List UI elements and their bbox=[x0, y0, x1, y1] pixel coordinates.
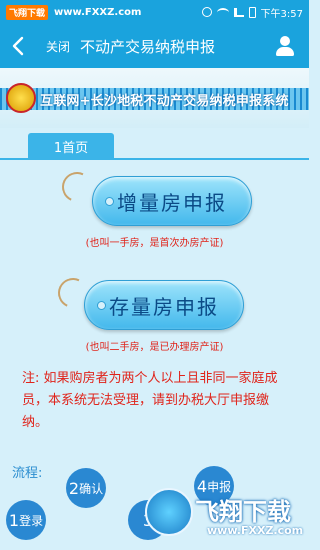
step-num: 1 bbox=[8, 510, 20, 530]
tag-string-icon bbox=[57, 167, 97, 207]
notice-text: 注: 如果购房者为两个人以上且非同一家庭成 员，本系统无法受理，请到办税大厅申报… bbox=[22, 371, 278, 430]
status-left: 飞翔下载 www.FXXZ.com bbox=[6, 4, 142, 20]
tag-hole-icon bbox=[105, 197, 114, 206]
new-house-declare-button[interactable]: 增量房申报 bbox=[92, 176, 252, 226]
status-time: 下午3:57 bbox=[260, 8, 303, 20]
user-button[interactable] bbox=[275, 36, 295, 56]
user-icon-body bbox=[276, 47, 294, 56]
banner-title: 互联网+长沙地税不动产交易纳税申报系统 bbox=[40, 94, 289, 109]
battery-icon bbox=[248, 6, 256, 18]
status-right: 下午3:57 bbox=[201, 5, 303, 20]
watermark-site: www.FXXZ.com bbox=[54, 6, 142, 18]
flow-step-1: 1 登录 bbox=[6, 500, 46, 540]
signal-icon bbox=[233, 7, 244, 17]
watermark-logo: 飞翔下载 www.FXXZ.com bbox=[145, 488, 305, 548]
flow-step-2: 2 确认 bbox=[66, 468, 106, 508]
existing-house-label: 存量房申报 bbox=[109, 294, 219, 319]
chevron-left-icon bbox=[12, 36, 24, 56]
page-title: 不动产交易纳税申报 bbox=[80, 37, 216, 56]
watermark-logo-icon bbox=[145, 488, 193, 536]
watermark-logo-text: 飞翔下载 bbox=[195, 498, 291, 526]
step-label: 确认 bbox=[79, 481, 104, 496]
tax-emblem-icon bbox=[6, 83, 36, 113]
status-bar: 飞翔下载 www.FXXZ.com 下午3:57 bbox=[0, 0, 309, 24]
step-num: 2 bbox=[68, 478, 80, 498]
back-button[interactable] bbox=[0, 24, 36, 68]
step-label: 登录 bbox=[19, 513, 44, 528]
tab-home[interactable]: 1首页 bbox=[28, 133, 114, 159]
wifi-icon bbox=[216, 7, 229, 17]
new-house-label: 增量房申报 bbox=[117, 190, 227, 215]
tag-hole-icon bbox=[97, 301, 106, 310]
close-link[interactable]: 关闭 bbox=[46, 38, 70, 55]
new-house-note: (也叫一手房，是首次办房产证) bbox=[85, 238, 224, 249]
existing-house-declare-button[interactable]: 存量房申报 bbox=[84, 280, 244, 330]
watermark-logo-url: www.FXXZ.com bbox=[207, 524, 304, 537]
watermark-badge: 飞翔下载 bbox=[6, 4, 49, 20]
banner: 互联网+长沙地税不动产交易纳税申报系统 bbox=[0, 68, 309, 128]
existing-house-note: (也叫二手房，是已办理房产证) bbox=[85, 342, 224, 353]
app-bar: 关闭 不动产交易纳税申报 bbox=[0, 24, 309, 68]
tab-divider bbox=[0, 158, 309, 160]
user-icon bbox=[280, 36, 290, 46]
flow-label: 流程: bbox=[12, 466, 43, 481]
alarm-icon bbox=[201, 7, 212, 17]
